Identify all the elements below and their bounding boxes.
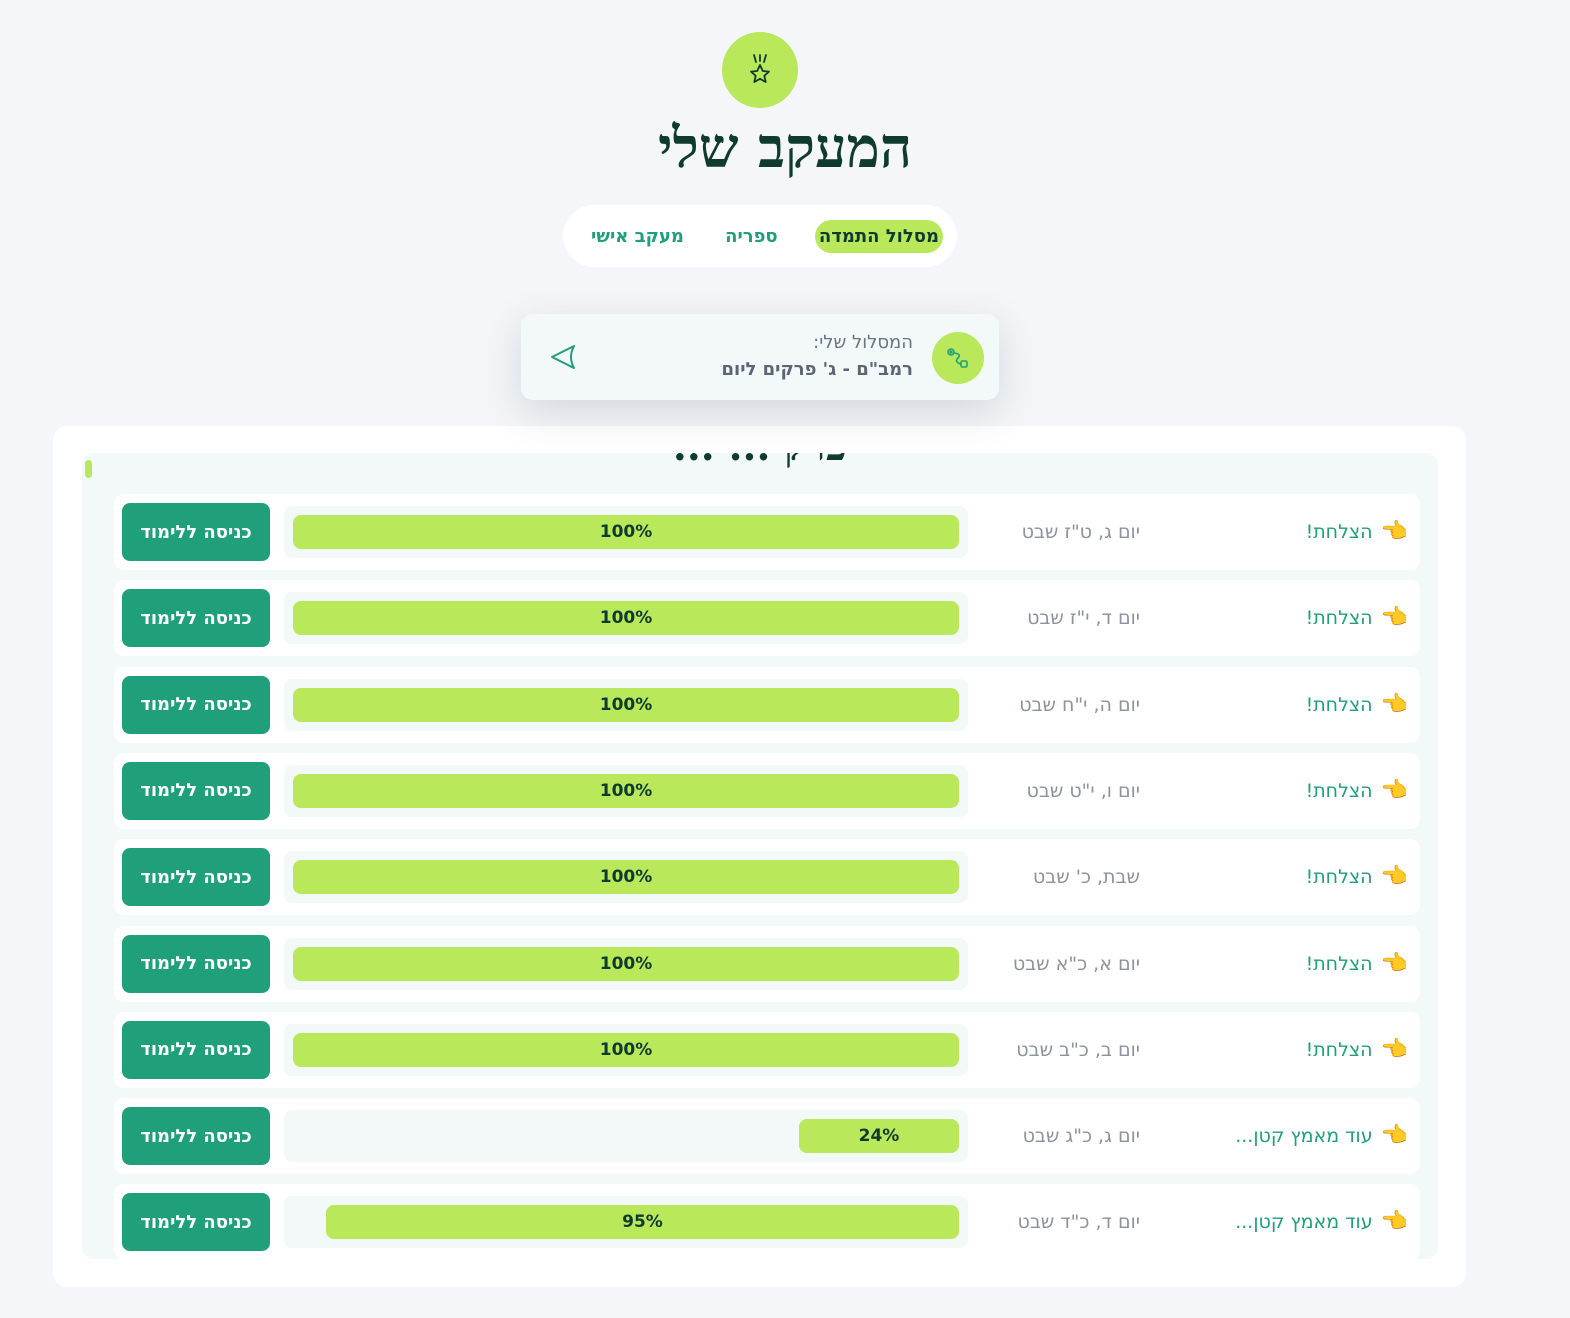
- row-date: יום ג, ט"ז שבט: [1021, 521, 1140, 543]
- progress-fill: 100%: [293, 946, 959, 981]
- row-status: 👈 הצלחת!: [1306, 1012, 1408, 1088]
- progress-fill: 100%: [293, 515, 959, 549]
- row-date: יום ו, י"ט שבט: [1026, 779, 1140, 802]
- row-status: 👈 עוד מאמץ קטן...: [1235, 1098, 1408, 1174]
- learning-day-row: 👈 הצלחת! יום ב, כ"ב שבט 100% כניסה ללימו…: [114, 1011, 1420, 1088]
- section-title: פרק ... ...: [82, 453, 1438, 470]
- status-text: עוד מאמץ קטן...: [1235, 1211, 1373, 1234]
- pointing-hand-icon: 👈: [1380, 777, 1408, 803]
- pointing-hand-icon: 👈: [1380, 1209, 1408, 1235]
- status-text: הצלחת!: [1305, 607, 1373, 630]
- learning-day-row: 👈 הצלחת! שבת, כ' שבט 100% כניסה ללימוד: [114, 839, 1420, 916]
- progress-track: 95%: [284, 1196, 968, 1249]
- row-date: שבת, כ' שבט: [1032, 866, 1140, 889]
- main-card: פרק ... ... 👈 הצלחת! יום ג, ט"ז שבט 100%…: [53, 426, 1466, 1287]
- pointing-hand-icon: 👈: [1380, 691, 1408, 717]
- status-text: הצלחת!: [1305, 1038, 1373, 1061]
- enter-learning-button[interactable]: כניסה ללימוד: [122, 761, 270, 820]
- tab-bar: מסלול התמדה ספריה מעקב אישי: [563, 205, 957, 267]
- page-title: המעקב שלי: [657, 115, 913, 181]
- learning-day-row: 👈 הצלחת! יום ו, י"ט שבט 100% כניסה ללימו…: [114, 752, 1420, 829]
- row-status: 👈 הצלחת!: [1306, 926, 1408, 1002]
- enter-learning-button[interactable]: כניסה ללימוד: [122, 1107, 270, 1166]
- status-text: הצלחת!: [1305, 521, 1373, 543]
- progress-fill: 95%: [326, 1205, 959, 1240]
- progress-track: 100%: [284, 592, 968, 645]
- enter-learning-button[interactable]: כניסה ללימוד: [122, 589, 270, 648]
- row-date: יום א, כ"א שבט: [1012, 952, 1140, 975]
- status-text: הצלחת!: [1305, 866, 1373, 889]
- progress-track: 100%: [284, 678, 968, 731]
- route-label: המסלול שלי:: [813, 332, 913, 353]
- learning-day-row: 👈 הצלחת! יום א, כ"א שבט 100% כניסה ללימו…: [114, 925, 1420, 1002]
- status-text: עוד מאמץ קטן...: [1235, 1125, 1373, 1148]
- tab-personal-tracking[interactable]: מעקב אישי: [587, 220, 688, 253]
- progress-track: 100%: [284, 851, 968, 904]
- progress-track: 100%: [284, 764, 968, 817]
- route-card: המסלול שלי: רמב"ם - ג' פרקים ליום: [521, 314, 999, 400]
- row-status: 👈 הצלחת!: [1306, 494, 1408, 570]
- progress-fill: 100%: [293, 601, 959, 636]
- row-date: יום ה, י"ח שבט: [1019, 693, 1140, 716]
- progress-track: 100%: [284, 506, 968, 558]
- row-status: 👈 הצלחת!: [1306, 753, 1408, 829]
- status-text: הצלחת!: [1305, 779, 1373, 802]
- progress-fill: 100%: [293, 687, 959, 722]
- enter-learning-button[interactable]: כניסה ללימוד: [122, 1020, 270, 1079]
- status-text: הצלחת!: [1305, 952, 1373, 975]
- pointing-hand-icon: 👈: [1380, 519, 1408, 544]
- learning-day-row: 👈 עוד מאמץ קטן... יום ג, כ"ג שבט 24% כני…: [114, 1098, 1420, 1175]
- learning-day-row: 👈 הצלחת! יום ג, ט"ז שבט 100% כניסה ללימו…: [114, 494, 1420, 570]
- enter-learning-button[interactable]: כניסה ללימוד: [122, 503, 270, 561]
- enter-learning-button[interactable]: כניסה ללימוד: [122, 934, 270, 993]
- pointing-hand-icon: 👈: [1380, 864, 1408, 890]
- learning-day-row: 👈 עוד מאמץ קטן... יום ד, כ"ד שבט 95% כני…: [114, 1184, 1420, 1259]
- learning-day-row: 👈 הצלחת! יום ד, י"ז שבט 100% כניסה ללימו…: [114, 580, 1420, 657]
- progress-track: 100%: [284, 1023, 968, 1076]
- medal-icon: [722, 32, 798, 108]
- row-status: 👈 הצלחת!: [1306, 580, 1408, 656]
- enter-learning-button[interactable]: כניסה ללימוד: [122, 848, 270, 907]
- row-date: יום ד, כ"ד שבט: [1017, 1211, 1141, 1234]
- route-icon: [932, 332, 984, 384]
- progress-track: 100%: [284, 937, 968, 990]
- row-date: יום ב, כ"ב שבט: [1016, 1038, 1140, 1061]
- progress-fill: 100%: [293, 1032, 959, 1067]
- progress-fill: 24%: [799, 1119, 959, 1154]
- enter-learning-button[interactable]: כניסה ללימוד: [122, 675, 270, 734]
- pointing-hand-icon: 👈: [1380, 950, 1408, 976]
- pointing-hand-icon: 👈: [1380, 605, 1408, 631]
- row-status: 👈 עוד מאמץ קטן...: [1235, 1184, 1408, 1259]
- tab-library[interactable]: ספריה: [721, 220, 782, 253]
- row-date: יום ד, י"ז שבט: [1027, 607, 1140, 630]
- learning-list-panel: פרק ... ... 👈 הצלחת! יום ג, ט"ז שבט 100%…: [82, 453, 1438, 1259]
- chevron-left-icon[interactable]: [549, 342, 579, 372]
- status-text: הצלחת!: [1305, 693, 1373, 716]
- tab-persistence-route[interactable]: מסלול התמדה: [814, 219, 943, 253]
- enter-learning-button[interactable]: כניסה ללימוד: [122, 1193, 270, 1252]
- learning-day-row: 👈 הצלחת! יום ה, י"ח שבט 100% כניסה ללימו…: [114, 666, 1420, 743]
- row-date: יום ג, כ"ג שבט: [1022, 1125, 1140, 1148]
- pointing-hand-icon: 👈: [1380, 1123, 1408, 1149]
- progress-fill: 100%: [293, 773, 959, 808]
- progress-track: 24%: [284, 1110, 968, 1163]
- pointing-hand-icon: 👈: [1380, 1036, 1408, 1062]
- row-status: 👈 הצלחת!: [1306, 839, 1408, 915]
- scrollbar-handle[interactable]: [85, 460, 92, 478]
- progress-fill: 100%: [293, 860, 959, 895]
- route-value: רמב"ם - ג' פרקים ליום: [721, 359, 913, 380]
- row-status: 👈 הצלחת!: [1306, 667, 1408, 743]
